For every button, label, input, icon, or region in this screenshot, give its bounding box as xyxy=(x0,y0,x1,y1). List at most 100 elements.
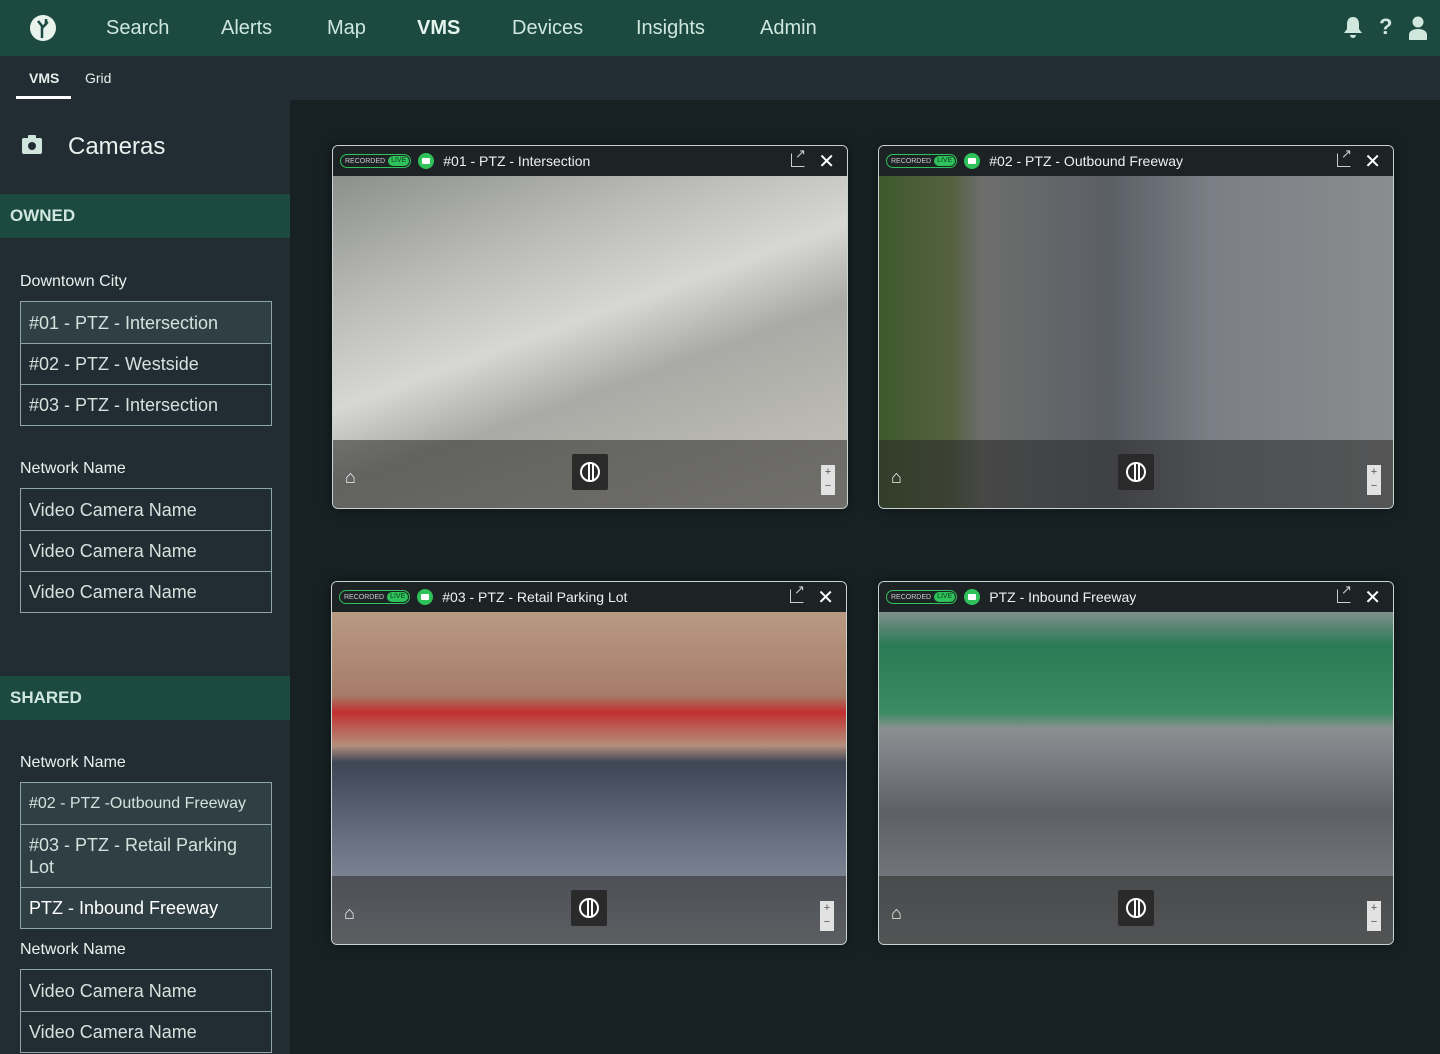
home-icon[interactable]: ⌂ xyxy=(891,903,902,924)
zoom-out-button[interactable]: − xyxy=(821,479,835,493)
camera-title: #02 - PTZ - Outbound Freeway xyxy=(989,153,1184,169)
camera-feed-card: RECORDED LIVE #02 - PTZ - Outbound Freewa… xyxy=(878,145,1394,509)
nav-search[interactable]: Search xyxy=(106,0,169,56)
camera-list-item[interactable]: Video Camera Name xyxy=(21,571,271,612)
recorded-label: RECORDED xyxy=(344,593,385,601)
camera-list-item[interactable]: #02 - PTZ - Westside xyxy=(21,343,271,384)
recording-status-badge: RECORDED LIVE xyxy=(886,154,958,168)
video-controls: ⌂ + − xyxy=(879,876,1393,944)
sub-tab-bar: VMS Grid xyxy=(0,56,1440,100)
camera-list-item[interactable]: Video Camera Name xyxy=(21,489,271,530)
video-controls: ⌂ + − xyxy=(333,440,847,508)
camera-sidebar: Cameras OWNED Downtown City #01 - PTZ - … xyxy=(0,100,290,1054)
video-camera-icon xyxy=(417,589,434,605)
video-controls: ⌂ + − xyxy=(332,876,846,944)
camera-list-item[interactable]: #01 - PTZ - Intersection xyxy=(21,302,271,343)
camera-icon xyxy=(22,135,42,154)
card-header: RECORDED LIVE #02 - PTZ - Outbound Freewa… xyxy=(879,146,1393,176)
camera-list-item[interactable]: Video Camera Name xyxy=(21,1011,271,1052)
nav-map[interactable]: Map xyxy=(327,0,366,56)
recorded-label: RECORDED xyxy=(891,157,932,165)
recording-status-badge: RECORDED LIVE xyxy=(339,590,411,604)
camera-list-item[interactable]: #02 - PTZ -Outbound Freeway xyxy=(21,783,271,824)
close-icon[interactable]: ✕ xyxy=(1364,585,1381,610)
zoom-out-button[interactable]: − xyxy=(820,915,834,929)
close-icon[interactable]: ✕ xyxy=(818,149,835,174)
zoom-out-button[interactable]: − xyxy=(1367,915,1381,929)
camera-title: #01 - PTZ - Intersection xyxy=(443,153,591,169)
camera-title: PTZ - Inbound Freeway xyxy=(989,589,1137,605)
pause-button[interactable] xyxy=(1118,890,1154,926)
home-icon[interactable]: ⌂ xyxy=(345,467,356,488)
zoom-in-button[interactable]: + xyxy=(821,465,835,479)
group-label: Network Name xyxy=(20,460,126,477)
live-label: LIVE xyxy=(934,592,956,602)
camera-list-item[interactable]: Video Camera Name xyxy=(21,530,271,571)
nav-insights[interactable]: Insights xyxy=(636,0,705,56)
recorded-label: RECORDED xyxy=(345,157,386,165)
zoom-in-button[interactable]: + xyxy=(1367,901,1381,915)
video-camera-icon xyxy=(964,153,981,169)
home-icon[interactable]: ⌂ xyxy=(344,903,355,924)
camera-list-item[interactable]: #03 - PTZ - Intersection xyxy=(21,384,271,425)
camera-list-item[interactable]: #03 - PTZ - Retail Parking Lot xyxy=(21,824,271,887)
video-camera-icon xyxy=(418,153,435,169)
pause-button[interactable] xyxy=(572,454,608,490)
section-owned[interactable]: OWNED xyxy=(0,194,290,238)
zoom-control[interactable]: + − xyxy=(820,901,834,931)
group-label: Downtown City xyxy=(20,273,127,290)
zoom-control[interactable]: + − xyxy=(1367,901,1381,931)
video-feed[interactable]: ⌂ + − xyxy=(333,176,847,508)
zoom-in-button[interactable]: + xyxy=(1367,465,1381,479)
recording-status-badge: RECORDED LIVE xyxy=(340,154,412,168)
close-icon[interactable]: ✕ xyxy=(1364,149,1381,174)
popout-icon[interactable] xyxy=(790,582,805,603)
help-icon[interactable]: ? xyxy=(1379,14,1392,40)
recorded-label: RECORDED xyxy=(891,593,932,601)
live-label: LIVE xyxy=(387,592,409,602)
camera-list: Video Camera Name Video Camera Name Vide… xyxy=(20,488,272,613)
camera-feed-card: RECORDED LIVE #03 - PTZ - Retail Parking … xyxy=(331,581,847,945)
card-header: RECORDEDLIVE #01 - PTZ - Intersection ✕ xyxy=(333,146,847,176)
camera-list: #01 - PTZ - Intersection #02 - PTZ - Wes… xyxy=(20,301,272,426)
active-tab-indicator xyxy=(16,96,71,99)
zoom-control[interactable]: + − xyxy=(821,465,835,495)
section-shared[interactable]: SHARED xyxy=(0,676,290,720)
pause-button[interactable] xyxy=(571,890,607,926)
camera-feed-card: RECORDEDLIVE #01 - PTZ - Intersection ✕ … xyxy=(332,145,848,509)
camera-feed-card: RECORDEDLIVE PTZ - Inbound Freeway ✕ ⌂ +… xyxy=(878,581,1394,945)
nav-alerts[interactable]: Alerts xyxy=(221,0,272,56)
nav-devices[interactable]: Devices xyxy=(512,0,583,56)
zoom-in-button[interactable]: + xyxy=(820,901,834,915)
pause-button[interactable] xyxy=(1118,454,1154,490)
zoom-control[interactable]: + − xyxy=(1367,465,1381,495)
user-icon[interactable] xyxy=(1408,16,1428,46)
close-icon[interactable]: ✕ xyxy=(817,585,834,610)
nav-admin[interactable]: Admin xyxy=(760,0,817,56)
popout-icon[interactable] xyxy=(1337,582,1352,603)
camera-list: Video Camera Name Video Camera Name xyxy=(20,969,272,1053)
sidebar-title: Cameras xyxy=(68,133,166,160)
recording-status-badge: RECORDED LIVE xyxy=(886,590,958,604)
tab-grid[interactable]: Grid xyxy=(85,70,111,86)
video-feed[interactable]: ⌂ + − xyxy=(332,612,846,944)
top-nav-bar: Search Alerts Map VMS Devices Insights A… xyxy=(0,0,1440,56)
popout-icon[interactable] xyxy=(1337,146,1352,167)
popout-icon[interactable] xyxy=(791,146,806,167)
camera-title: #03 - PTZ - Retail Parking Lot xyxy=(442,589,628,605)
live-label: LIVE xyxy=(934,156,956,166)
group-label: Network Name xyxy=(20,754,126,771)
camera-list: #02 - PTZ -Outbound Freeway #03 - PTZ - … xyxy=(20,782,272,929)
nav-vms[interactable]: VMS xyxy=(417,0,460,56)
zoom-out-button[interactable]: − xyxy=(1367,479,1381,493)
logo-icon[interactable] xyxy=(30,15,56,41)
video-controls: ⌂ + − xyxy=(879,440,1393,508)
live-label: LIVE xyxy=(388,156,410,166)
tab-vms[interactable]: VMS xyxy=(29,70,59,86)
video-feed[interactable]: ⌂ + − xyxy=(879,612,1393,944)
camera-list-item[interactable]: PTZ - Inbound Freeway xyxy=(21,887,271,928)
home-icon[interactable]: ⌂ xyxy=(891,467,902,488)
camera-list-item[interactable]: Video Camera Name xyxy=(21,970,271,1011)
video-feed[interactable]: ⌂ + − xyxy=(879,176,1393,508)
bell-icon[interactable] xyxy=(1343,16,1363,44)
